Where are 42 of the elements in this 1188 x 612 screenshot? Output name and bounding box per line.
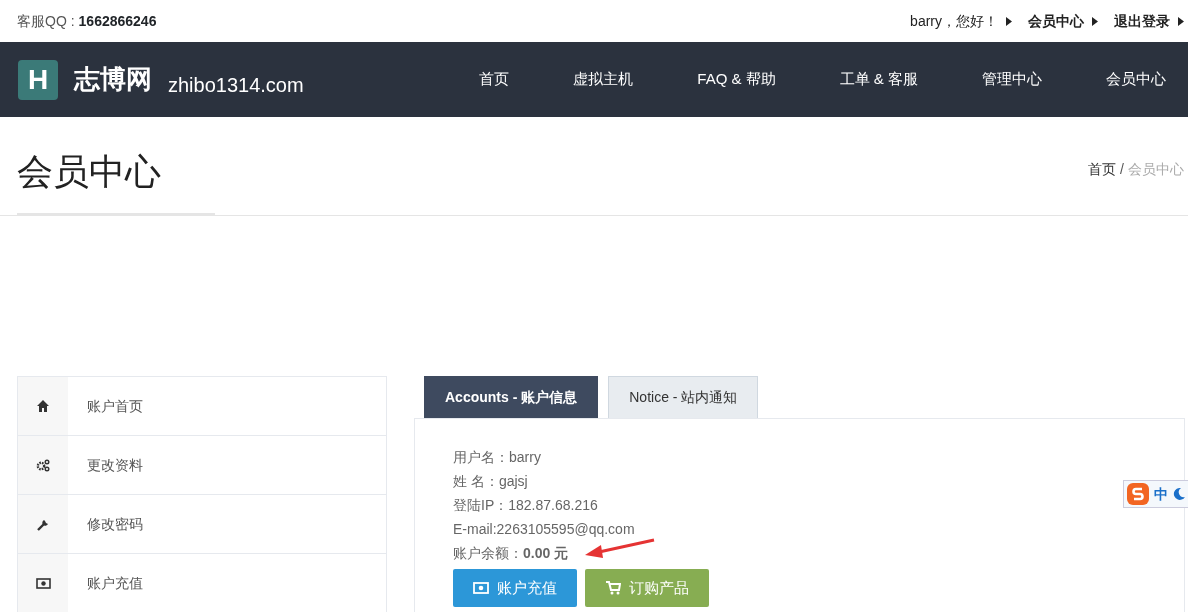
cart-icon <box>605 580 621 596</box>
nav-link[interactable]: FAQ & 帮助 <box>697 68 776 91</box>
page-title: 会员中心 <box>17 145 215 216</box>
home-icon <box>35 398 51 414</box>
info-line: 姓 名：gajsj <box>453 472 528 491</box>
caret-icon <box>1092 16 1098 26</box>
nav-link[interactable]: 工单 & 客服 <box>839 68 918 91</box>
banknote-icon <box>473 580 489 596</box>
logo-text: 志博网 <box>74 63 152 96</box>
sidebar-item[interactable]: 账户充值 <box>87 572 143 594</box>
top-link[interactable]: barry，您好！ <box>910 10 998 32</box>
sidebar-item[interactable]: 账户首页 <box>87 395 143 417</box>
logo-mark: H <box>18 59 58 100</box>
top-link[interactable]: 会员中心 <box>1028 10 1084 32</box>
banknote-icon <box>35 575 51 591</box>
sidebar-item[interactable]: 修改密码 <box>87 513 143 535</box>
logo-domain: zhibo1314.com <box>168 72 304 98</box>
gears-icon <box>35 457 51 473</box>
nav-link[interactable]: 管理中心 <box>982 68 1042 91</box>
breadcrumb-link[interactable]: 首页 <box>1088 159 1117 180</box>
caret-icon <box>1006 16 1012 26</box>
nav-link[interactable]: 首页 <box>479 68 510 91</box>
moon-icon <box>1172 487 1186 501</box>
info-line: 用户名：barry <box>453 448 541 467</box>
caret-icon <box>1178 16 1184 26</box>
info-line: 登陆IP：182.87.68.216 <box>453 496 598 515</box>
tab[interactable]: Notice - 站内通知 <box>608 376 759 418</box>
breadcrumb-separator: / <box>1120 160 1124 179</box>
arrow-annotation <box>585 538 655 560</box>
info-line: E-mail:2263105595@qq.com <box>453 520 635 539</box>
ime-mode-label: 中 <box>1154 484 1168 504</box>
top-link[interactable]: 退出登录 <box>1114 10 1170 32</box>
qq-label: 客服QQ : <box>17 11 75 31</box>
nav-link[interactable]: 虚拟主机 <box>573 68 634 91</box>
ime-logo-icon <box>1126 482 1150 506</box>
breadcrumb-current: 会员中心 <box>1128 160 1184 179</box>
nav-link[interactable]: 会员中心 <box>1106 68 1166 91</box>
sidebar-item[interactable]: 更改资料 <box>87 454 143 476</box>
qq-number: 1662866246 <box>78 11 157 31</box>
info-line: 账户余额：0.00 元 <box>453 544 569 563</box>
ime-toolbar[interactable]: 中 <box>1123 480 1188 508</box>
tab[interactable]: Accounts - 账户信息 <box>424 376 599 418</box>
